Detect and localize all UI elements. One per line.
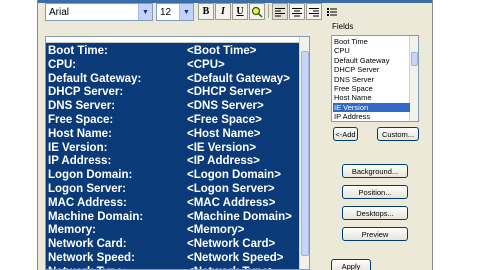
field-label: DNS Server:	[48, 100, 116, 113]
font-name-select[interactable]: Arial ▼	[45, 3, 153, 21]
chevron-down-icon: ▼	[138, 4, 152, 20]
field-placeholder: <IE Version>	[187, 141, 257, 154]
background-button[interactable]: Background...	[342, 164, 408, 178]
editor-line: Network Speed: <Network Speed>	[48, 252, 298, 265]
fields-list-item[interactable]: Host Name	[333, 93, 410, 102]
desktops-button[interactable]: Desktops...	[342, 206, 408, 220]
chevron-down-icon: ▼	[179, 4, 193, 20]
field-label: Free Space:	[48, 114, 114, 126]
editor-line: Network Type: <Network Type>	[48, 266, 298, 269]
editor-line: MAC Address: <MAC Address>	[48, 197, 298, 210]
fields-list-item[interactable]: Default Gateway	[333, 56, 410, 65]
field-placeholder: <MAC Address>	[187, 196, 276, 209]
fields-list-item[interactable]: Free Space	[333, 84, 410, 93]
field-placeholder: <Logon Domain>	[187, 169, 281, 182]
bullet-list-icon	[327, 7, 337, 16]
align-center-icon	[292, 7, 302, 16]
fields-list-item[interactable]: CPU	[333, 46, 410, 55]
editor-line: Logon Domain: <Logon Domain>	[48, 169, 298, 182]
align-right-icon	[309, 7, 319, 16]
field-placeholder: <Machine Domain>	[187, 210, 292, 223]
italic-button[interactable]: I	[215, 3, 231, 20]
font-size-select[interactable]: 12 ▼	[156, 3, 194, 21]
editor-line: CPU: <CPU>	[48, 59, 298, 72]
field-placeholder: <Network Card>	[187, 238, 276, 251]
editor-line: Network Card: <Network Card>	[48, 238, 298, 251]
editor-line: DNS Server: <DNS Server>	[48, 100, 298, 113]
fields-list-item[interactable]: DHCP Server	[333, 65, 410, 74]
editor-content[interactable]: Boot Time: <Boot Time> CPU: <CPU> Default Ga…	[46, 43, 300, 269]
editor-line: Boot Time: <Boot Time>	[48, 45, 298, 58]
field-label: Network Speed:	[48, 252, 135, 264]
field-label: Machine Domain:	[48, 210, 144, 223]
field-label: Host Name:	[48, 127, 112, 140]
fields-scrollbar[interactable]	[409, 36, 418, 121]
align-left-button[interactable]	[272, 3, 288, 20]
field-label: Logon Domain:	[48, 169, 133, 182]
font-name-value: Arial	[49, 6, 70, 18]
field-placeholder: <Network Type>	[187, 266, 275, 269]
editor-line: Default Gateway: <Default Gateway>	[48, 73, 298, 86]
field-label: Network Type:	[48, 266, 126, 269]
field-placeholder: <Default Gateway>	[187, 72, 290, 85]
screen: Arial ▼ 12 ▼ B I U Boot Time: <Boot Time…	[0, 0, 480, 270]
field-placeholder: <Host Name>	[187, 127, 261, 140]
fields-listbox[interactable]: Boot Time CPU Default Gateway DHCP Server DN…	[331, 35, 419, 122]
fields-label: Fields	[332, 22, 354, 31]
preview-button[interactable]: Preview	[342, 227, 408, 241]
field-placeholder: <Boot Time>	[187, 45, 257, 57]
field-label: DHCP Server:	[48, 86, 124, 99]
field-placeholder: <CPU>	[187, 58, 225, 71]
editor-scrollbar-thumb[interactable]	[301, 51, 309, 256]
field-placeholder: <Memory>	[187, 224, 245, 237]
align-center-button[interactable]	[289, 3, 305, 20]
editor-line: Machine Domain: <Machine Domain>	[48, 211, 298, 224]
field-label: Default Gateway:	[48, 72, 142, 85]
editor-line: DHCP Server: <DHCP Server>	[48, 86, 298, 99]
fields-scrollbar-thumb[interactable]	[411, 52, 418, 66]
bold-button[interactable]: B	[198, 3, 214, 20]
align-right-button[interactable]	[306, 3, 322, 20]
field-label: CPU:	[48, 58, 77, 71]
underline-button[interactable]: U	[232, 3, 248, 20]
field-placeholder: <Logon Server>	[187, 183, 275, 195]
field-label: MAC Address:	[48, 196, 127, 209]
field-placeholder: <IP Address>	[187, 155, 260, 168]
align-left-icon	[275, 7, 285, 16]
apply-button[interactable]: Apply	[331, 259, 371, 270]
text-editor[interactable]: Boot Time: <Boot Time> CPU: <CPU> Default Ga…	[45, 36, 310, 270]
field-placeholder: <DNS Server>	[187, 100, 264, 113]
field-label: IE Version:	[48, 141, 108, 154]
editor-line: Logon Server: <Logon Server>	[48, 183, 298, 196]
add-field-button[interactable]: <-Add	[333, 127, 358, 141]
editor-line: IE Version: <IE Version>	[48, 142, 298, 155]
fields-list-item[interactable]: IE Version	[333, 102, 410, 112]
position-button[interactable]: Position...	[342, 185, 408, 199]
field-label: Memory:	[48, 224, 96, 237]
field-label: Network Card:	[48, 238, 127, 251]
editor-line: Free Space: <Free Space>	[48, 114, 298, 127]
fields-list-item[interactable]: IP Address	[333, 112, 410, 121]
fields-list-item[interactable]: Boot Time	[333, 37, 410, 46]
field-placeholder: <Network Speed>	[187, 252, 284, 264]
editor-scrollbar[interactable]	[299, 37, 309, 269]
editor-line: IP Address: <IP Address>	[48, 155, 298, 168]
custom-field-button[interactable]: Custom...	[377, 127, 419, 141]
field-label: IP Address:	[48, 155, 112, 168]
editor-line: Memory: <Memory>	[48, 224, 298, 237]
field-placeholder: <Free Space>	[187, 114, 262, 126]
highlight-icon	[251, 6, 263, 18]
fields-list-item[interactable]: DNS Server	[333, 75, 410, 84]
field-placeholder: <DHCP Server>	[187, 86, 272, 99]
bullets-button[interactable]	[324, 3, 340, 20]
field-label: Logon Server:	[48, 183, 126, 195]
toolbar-separator	[268, 4, 269, 18]
highlight-color-button[interactable]	[249, 3, 265, 20]
field-label: Boot Time:	[48, 45, 108, 57]
font-size-value: 12	[160, 6, 172, 18]
editor-line: Host Name: <Host Name>	[48, 128, 298, 141]
